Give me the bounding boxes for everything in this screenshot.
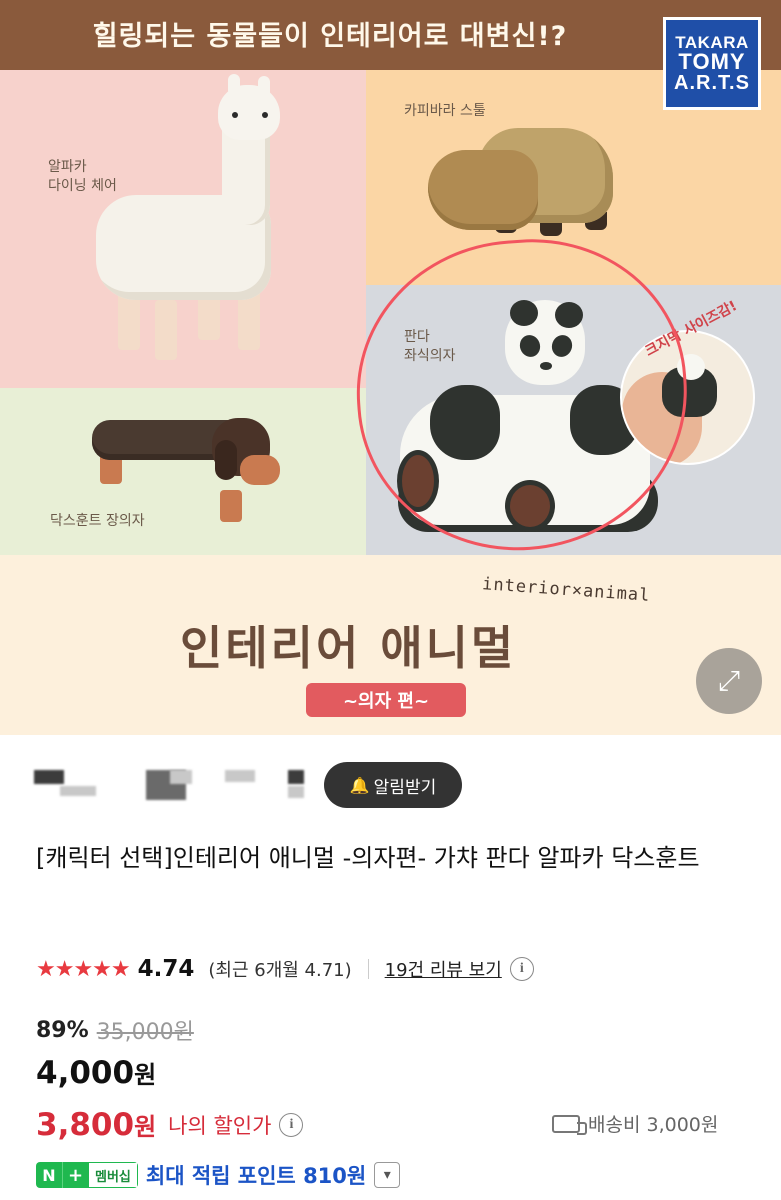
sale-price-unit: 원 (134, 1061, 157, 1089)
original-price: 35,000원 (96, 1020, 194, 1045)
badge-plus: + (62, 1162, 88, 1188)
brand-logo-line: A.R.T.S (674, 72, 750, 94)
expand-image-button[interactable]: ⤢ (696, 648, 762, 714)
naver-plus-membership-badge: N + 멤버십 (36, 1162, 138, 1188)
points-row[interactable]: N + 멤버십 최대 적립 포인트 810원 ▾ (36, 1160, 401, 1190)
series-title: 인테리어 애니멀 (180, 621, 517, 675)
shipping-fee: 배송비 3,000원 (552, 1110, 718, 1137)
discount-row: 89% 35,000원 (36, 1012, 194, 1048)
sale-price-amount: 4,000 (36, 1055, 135, 1091)
rating-row: ★★★★★ 4.74 (최근 6개월 4.71) 19건 리뷰 보기 i (36, 952, 534, 986)
headline: 힐링되는 동물들이 인테리어로 대변신!? (92, 21, 568, 52)
bell-plus-icon: 🔔 (349, 775, 370, 795)
my-price-unit: 원 (134, 1113, 157, 1141)
series-subtitle: ~의자 편~ (306, 683, 466, 717)
expand-arrows-icon: ⤢ (717, 664, 741, 697)
review-link[interactable]: 19건 리뷰 보기 (385, 956, 502, 982)
my-price-label: 나의 할인가 (168, 1114, 272, 1138)
my-price-amount: 3,800 (36, 1107, 135, 1143)
notify-button[interactable]: 🔔 알림받기 (324, 762, 462, 808)
star-rating-icon: ★★★★★ (36, 956, 131, 982)
my-price-row: 3,800원 나의 할인가 i (36, 1102, 304, 1148)
my-discount-price: 3,800원 (36, 1107, 156, 1143)
recent-rating: (최근 6개월 4.71) (208, 960, 352, 981)
badge-n: N (36, 1162, 62, 1188)
rating-value: 4.74 (137, 956, 195, 982)
badge-member: 멤버십 (88, 1162, 138, 1188)
divider (367, 959, 369, 979)
shipping-fee-text: 배송비 3,000원 (588, 1114, 719, 1136)
info-icon[interactable]: i (279, 1113, 304, 1137)
brand-logo-line: TOMY (678, 49, 746, 74)
info-icon[interactable]: i (509, 957, 534, 981)
brand-logo: TAKARA TOMY A.R.T.S (663, 17, 761, 110)
truck-icon (552, 1114, 587, 1135)
capybara-label: 카피바라 스툴 (404, 103, 486, 119)
sale-price: 4,000원 (36, 1055, 156, 1091)
dachshund-label: 닥스훈트 장의자 (50, 513, 145, 529)
alpaca-label: 알파카 다이닝 체어 (48, 159, 117, 194)
discount-rate: 89% (36, 1017, 89, 1043)
chevron-down-icon[interactable]: ▾ (374, 1162, 401, 1188)
notify-label: 알림받기 (373, 777, 437, 798)
product-image[interactable]: 힐링되는 동물들이 인테리어로 대변신!? TAKARA TOMY A.R.T.… (0, 0, 781, 735)
product-title: [캐릭터 선택]인테리어 애니멀 -의자편- 가챠 판다 알파카 닥스훈트 (36, 844, 700, 872)
max-points-text: 최대 적립 포인트 810원 (145, 1164, 367, 1188)
